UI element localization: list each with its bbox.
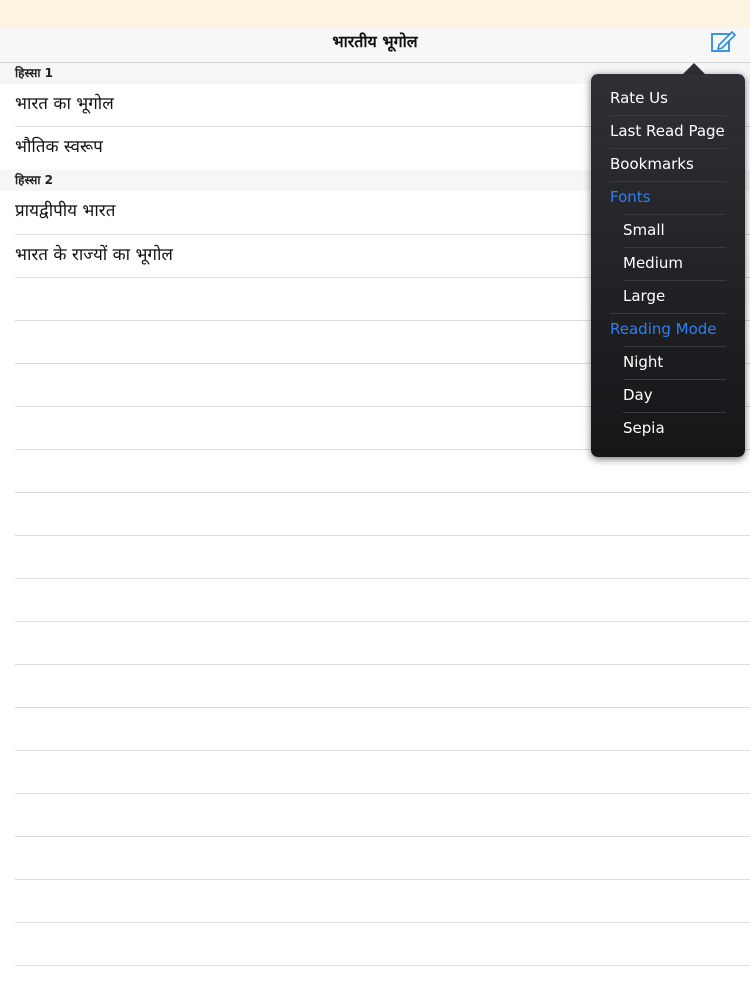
compose-icon bbox=[711, 30, 737, 52]
row-divider bbox=[15, 879, 750, 880]
menu-heading-reading-mode: Reading Mode bbox=[610, 320, 717, 338]
navigation-bar: भारतीय भूगोल bbox=[0, 27, 750, 63]
row-divider bbox=[15, 492, 750, 493]
menu-item-mode-night[interactable]: Night bbox=[591, 346, 745, 379]
menu-item-bookmarks[interactable]: Bookmarks bbox=[591, 148, 745, 181]
row-divider bbox=[15, 793, 750, 794]
menu-item-rate-us[interactable]: Rate Us bbox=[591, 82, 745, 115]
row-divider bbox=[15, 922, 750, 923]
section-title: हिस्सा 1 bbox=[15, 66, 54, 80]
row-divider bbox=[15, 535, 750, 536]
status-bar bbox=[0, 0, 750, 27]
row-divider bbox=[15, 965, 750, 966]
row-divider bbox=[15, 621, 750, 622]
menu-item-mode-day[interactable]: Day bbox=[591, 379, 745, 412]
menu-item-font-large[interactable]: Large bbox=[591, 280, 745, 313]
row-divider bbox=[15, 836, 750, 837]
row-divider bbox=[15, 707, 750, 708]
row-divider bbox=[15, 664, 750, 665]
chapter-title: भारत के राज्यों का भूगोल bbox=[15, 245, 173, 265]
chapter-title: भारत का भूगोल bbox=[15, 94, 114, 114]
menu-item-last-read-page[interactable]: Last Read Page bbox=[591, 115, 745, 148]
section-title: हिस्सा 2 bbox=[15, 173, 54, 187]
menu-heading-fonts: Fonts bbox=[610, 188, 651, 206]
chapter-title: भौतिक स्वरूप bbox=[15, 137, 103, 157]
row-divider bbox=[15, 750, 750, 751]
menu-item-font-small[interactable]: Small bbox=[591, 214, 745, 247]
chapter-title: प्रायद्वीपीय भारत bbox=[15, 201, 116, 221]
row-divider bbox=[15, 578, 750, 579]
compose-button[interactable] bbox=[708, 29, 738, 55]
page-title: भारतीय भूगोल bbox=[332, 32, 418, 51]
settings-popover-menu: Rate Us Last Read Page Bookmarks Fonts S… bbox=[591, 74, 745, 457]
menu-item-font-medium[interactable]: Medium bbox=[591, 247, 745, 280]
menu-item-mode-sepia[interactable]: Sepia bbox=[591, 412, 745, 445]
popover-arrow bbox=[683, 63, 705, 74]
